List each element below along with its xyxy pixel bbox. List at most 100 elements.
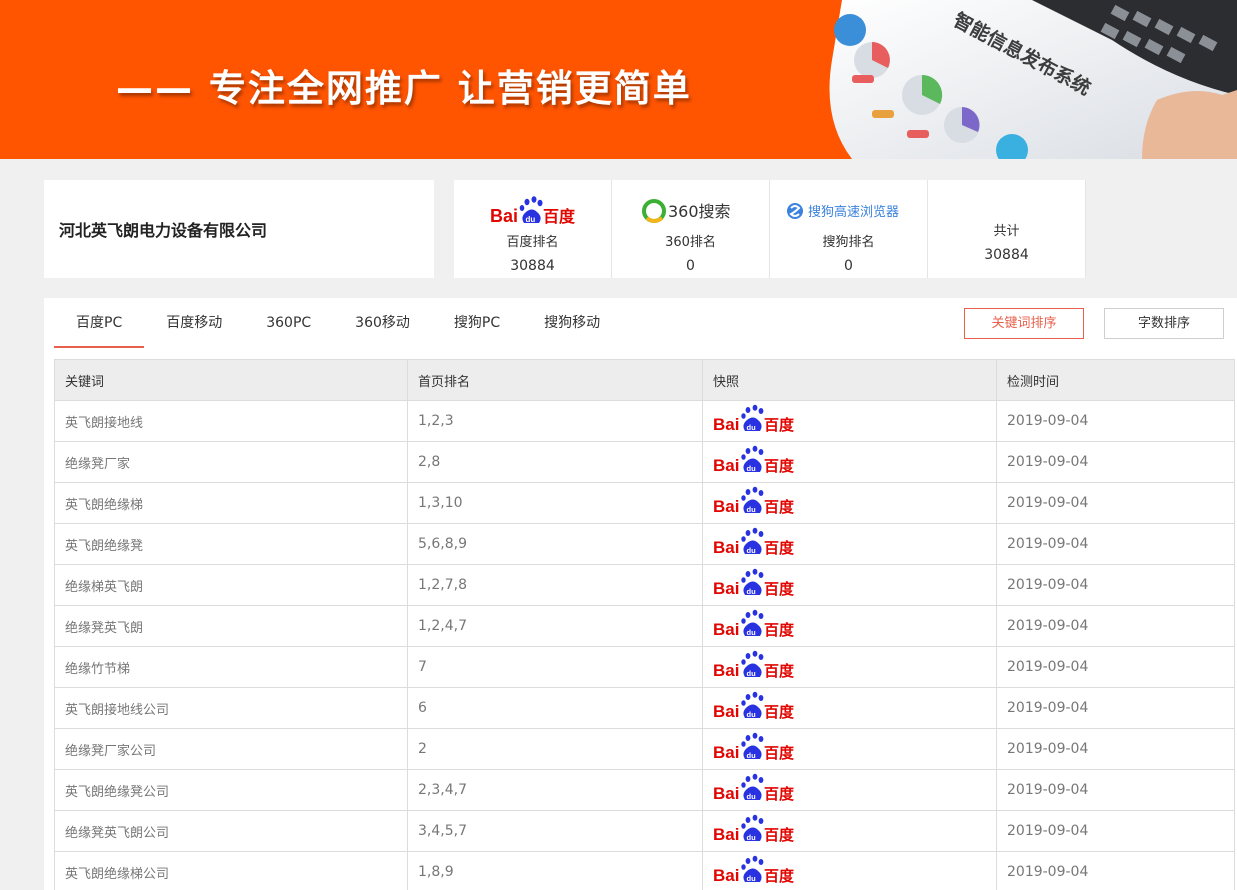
baidu-snapshot-icon[interactable]: Bai du 百度 xyxy=(713,732,795,766)
stat-baidu: Bai du 百度 百度排名 30884 xyxy=(454,180,612,278)
keyword-cell: 绝缘梯英飞朗 xyxy=(54,564,408,606)
stat-label: 共计 xyxy=(993,224,1020,239)
sort-by-keyword-button[interactable]: 关键词排序 xyxy=(964,308,1084,339)
rank-cell: 1,2,3 xyxy=(407,400,703,442)
tab-360-mobile[interactable]: 360移动 xyxy=(333,298,432,348)
svg-text:Bai: Bai xyxy=(490,206,518,226)
baidu-snapshot-icon[interactable]: Bai du 百度 xyxy=(713,773,795,807)
date-cell: 2019-09-04 xyxy=(996,769,1235,811)
svg-text:百度: 百度 xyxy=(764,703,795,721)
tab-baidu-mobile[interactable]: 百度移动 xyxy=(144,298,244,348)
baidu-snapshot-icon[interactable]: Bai du 百度 xyxy=(713,691,795,725)
stat-total: 共计 30884 xyxy=(928,180,1086,278)
svg-text:Bai: Bai xyxy=(713,579,739,598)
baidu-snapshot-icon[interactable]: Bai du 百度 xyxy=(713,445,795,479)
svg-text:Bai: Bai xyxy=(713,497,739,516)
date-cell: 2019-09-04 xyxy=(996,728,1235,770)
baidu-snapshot-icon[interactable]: Bai du 百度 xyxy=(713,568,795,602)
svg-text:Bai: Bai xyxy=(713,784,739,803)
column-header-snapshot: 快照 xyxy=(702,359,997,401)
360-logo-text: 360搜索 xyxy=(668,202,731,221)
svg-text:du: du xyxy=(747,587,757,596)
column-header-keyword[interactable]: 关键词 xyxy=(54,359,408,401)
tab-sogou-mobile[interactable]: 搜狗移动 xyxy=(522,298,622,348)
table-header-row: 关键词 首页排名 快照 检测时间 xyxy=(54,359,1235,401)
stat-value: 0 xyxy=(844,258,853,274)
svg-text:Bai: Bai xyxy=(713,661,739,680)
rank-cell: 2,8 xyxy=(407,441,703,483)
svg-text:百度: 百度 xyxy=(764,621,795,639)
snapshot-cell: Bai du 百度 xyxy=(702,523,997,565)
stat-label: 360排名 xyxy=(665,235,716,250)
baidu-snapshot-icon[interactable]: Bai du 百度 xyxy=(713,814,795,848)
date-cell: 2019-09-04 xyxy=(996,687,1235,729)
stat-360: 360搜索 360排名 0 xyxy=(612,180,770,278)
keyword-cell: 绝缘凳英飞朗 xyxy=(54,605,408,647)
banner-slogan: —— 专注全网推广 让营销更简单 xyxy=(116,67,692,110)
tab-360-pc[interactable]: 360PC xyxy=(244,298,333,348)
sort-by-length-button[interactable]: 字数排序 xyxy=(1104,308,1224,339)
svg-text:Bai: Bai xyxy=(713,456,739,475)
date-cell: 2019-09-04 xyxy=(996,400,1235,442)
svg-text:百度: 百度 xyxy=(764,539,795,557)
sogou-logo-text: 搜狗高速浏览器 xyxy=(808,204,899,220)
keyword-cell: 英飞朗绝缘凳 xyxy=(54,523,408,565)
date-cell: 2019-09-04 xyxy=(996,441,1235,483)
svg-text:百度: 百度 xyxy=(764,785,795,803)
rank-cell: 7 xyxy=(407,646,703,688)
svg-text:百度: 百度 xyxy=(543,207,576,226)
tab-sogou-pc[interactable]: 搜狗PC xyxy=(432,298,522,348)
svg-text:du: du xyxy=(747,546,757,555)
stat-value: 30884 xyxy=(510,258,555,274)
rank-cell: 3,4,5,7 xyxy=(407,810,703,852)
table-row: 绝缘凳英飞朗 1,2,4,7 Bai du 百度 2019-09-04 xyxy=(54,605,1235,647)
date-cell: 2019-09-04 xyxy=(996,523,1235,565)
snapshot-cell: Bai du 百度 xyxy=(702,400,997,442)
svg-text:du: du xyxy=(747,792,757,801)
svg-text:Bai: Bai xyxy=(713,743,739,762)
svg-text:du: du xyxy=(747,628,757,637)
table-row: 英飞朗绝缘梯 1,3,10 Bai du 百度 2019-09-04 xyxy=(54,482,1235,524)
keyword-cell: 英飞朗接地线 xyxy=(54,400,408,442)
svg-text:du: du xyxy=(747,710,757,719)
svg-text:du: du xyxy=(747,423,757,432)
baidu-snapshot-icon[interactable]: Bai du 百度 xyxy=(713,609,795,643)
table-row: 英飞朗绝缘梯公司 1,8,9 Bai du 百度 2019-09-04 xyxy=(54,851,1235,890)
table-row: 英飞朗绝缘凳 5,6,8,9 Bai du 百度 2019-09-04 xyxy=(54,523,1235,565)
keyword-cell: 英飞朗接地线公司 xyxy=(54,687,408,729)
baidu-snapshot-icon[interactable]: Bai du 百度 xyxy=(713,855,795,889)
svg-text:百度: 百度 xyxy=(764,744,795,762)
baidu-snapshot-icon[interactable]: Bai du 百度 xyxy=(713,486,795,520)
engine-tabs: 百度PC 百度移动 360PC 360移动 搜狗PC 搜狗移动 xyxy=(54,298,622,348)
svg-text:du: du xyxy=(747,833,757,842)
date-cell: 2019-09-04 xyxy=(996,810,1235,852)
baidu-snapshot-icon[interactable]: Bai du 百度 xyxy=(713,404,795,438)
table-row: 英飞朗接地线公司 6 Bai du 百度 2019-09-04 xyxy=(54,687,1235,729)
ranking-panel: 百度PC 百度移动 360PC 360移动 搜狗PC 搜狗移动 关键词排序 字数… xyxy=(44,298,1237,890)
rank-cell: 1,3,10 xyxy=(407,482,703,524)
stat-value: 30884 xyxy=(984,247,1029,263)
table-row: 英飞朗绝缘凳公司 2,3,4,7 Bai du 百度 2019-09-04 xyxy=(54,769,1235,811)
keyword-cell: 绝缘凳英飞朗公司 xyxy=(54,810,408,852)
column-header-rank[interactable]: 首页排名 xyxy=(407,359,703,401)
table-row: 绝缘凳英飞朗公司 3,4,5,7 Bai du 百度 2019-09-04 xyxy=(54,810,1235,852)
table-row: 绝缘凳厂家 2,8 Bai du 百度 2019-09-04 xyxy=(54,441,1235,483)
baidu-snapshot-icon[interactable]: Bai du 百度 xyxy=(713,650,795,684)
svg-text:Bai: Bai xyxy=(713,620,739,639)
snapshot-cell: Bai du 百度 xyxy=(702,564,997,606)
date-cell: 2019-09-04 xyxy=(996,646,1235,688)
baidu-snapshot-icon[interactable]: Bai du 百度 xyxy=(713,527,795,561)
column-header-date[interactable]: 检测时间 xyxy=(996,359,1235,401)
svg-text:du: du xyxy=(747,505,757,514)
banner-illustration: 智能信息发布系统 xyxy=(812,0,1237,159)
svg-text:du: du xyxy=(747,464,757,473)
snapshot-cell: Bai du 百度 xyxy=(702,851,997,890)
tab-baidu-pc[interactable]: 百度PC xyxy=(54,298,145,348)
snapshot-cell: Bai du 百度 xyxy=(702,605,997,647)
keyword-cell: 英飞朗绝缘梯 xyxy=(54,482,408,524)
table-row: 绝缘梯英飞朗 1,2,7,8 Bai du 百度 2019-09-04 xyxy=(54,564,1235,606)
svg-text:Bai: Bai xyxy=(713,825,739,844)
top-banner: —— 专注全网推广 让营销更简单 智能信息发布系统 xyxy=(0,0,1237,159)
stat-sogou: 搜狗高速浏览器 搜狗排名 0 xyxy=(770,180,928,278)
svg-text:du: du xyxy=(525,215,535,224)
